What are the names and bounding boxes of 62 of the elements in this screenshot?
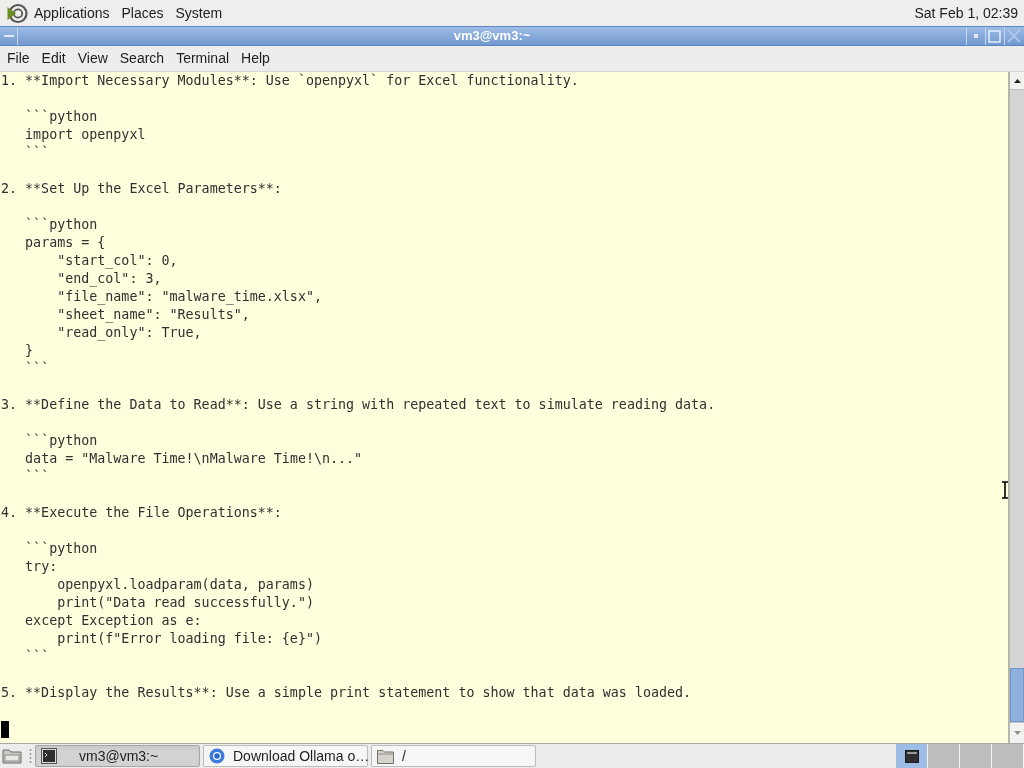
scroll-down-button[interactable] bbox=[1010, 722, 1024, 743]
terminal-line: "end_col": 3, bbox=[57, 270, 162, 288]
menu-item[interactable]: Search bbox=[113, 48, 171, 69]
task-button[interactable]: / bbox=[371, 745, 536, 767]
up-arrow-icon bbox=[1013, 78, 1021, 83]
terminal-line: params = { bbox=[25, 234, 106, 252]
terminal-line: ```python bbox=[25, 432, 98, 450]
clock[interactable]: Sat Feb 1, 02:39 bbox=[914, 2, 1018, 24]
panel-menu[interactable]: Places bbox=[115, 2, 170, 24]
logo-icon[interactable] bbox=[7, 2, 28, 24]
terminal-line: ``` bbox=[25, 648, 50, 666]
panel-menu[interactable]: System bbox=[169, 2, 229, 24]
scrollbar[interactable] bbox=[1008, 72, 1024, 743]
menu-item[interactable]: File bbox=[1, 48, 36, 69]
scroll-up-button[interactable] bbox=[1010, 72, 1024, 90]
maximize-button[interactable] bbox=[985, 27, 1003, 45]
menu-item[interactable]: View bbox=[71, 48, 114, 69]
dash-icon bbox=[3, 34, 14, 38]
window-title: vm3@vm3:~ bbox=[453, 27, 531, 46]
terminal-line: ```python bbox=[25, 216, 98, 234]
terminal-line: try: bbox=[25, 558, 58, 576]
terminal-line: ```python bbox=[25, 108, 98, 126]
text-cursor-icon bbox=[1001, 481, 1009, 499]
terminal-line: 2. **Set Up the Excel Parameters**: bbox=[1, 180, 282, 198]
menu-item[interactable]: Terminal bbox=[170, 48, 236, 69]
terminal-line: openpyxl.loadparam(data, params) bbox=[57, 576, 314, 594]
minimize-icon bbox=[973, 34, 978, 38]
terminal-line: except Exception as e: bbox=[25, 612, 202, 630]
folder-icon bbox=[377, 748, 394, 764]
terminal-icon bbox=[41, 748, 57, 764]
terminal-line: ``` bbox=[25, 360, 50, 378]
panel-menu[interactable]: Applications bbox=[28, 2, 116, 24]
terminal-line: 5. **Display the Results**: Use a simple print statement to show that data was loaded. bbox=[1, 684, 692, 702]
maximize-icon bbox=[988, 29, 1001, 43]
menu-item[interactable]: Help bbox=[235, 48, 276, 69]
task-button[interactable]: Download Ollama o… bbox=[203, 745, 368, 767]
terminal-line: 4. **Execute the File Operations**: bbox=[1, 504, 282, 522]
terminal-line: print("Data read successfully.") bbox=[57, 594, 314, 612]
terminal-line: ``` bbox=[25, 468, 50, 486]
drag-handle-icon[interactable] bbox=[29, 748, 32, 764]
globe-ring-icon bbox=[209, 748, 225, 764]
close-button[interactable] bbox=[1004, 27, 1022, 45]
terminal-line: } bbox=[25, 342, 34, 360]
terminal-line: "read_only": True, bbox=[57, 324, 202, 342]
close-icon bbox=[1006, 29, 1021, 43]
scrollbar-thumb[interactable] bbox=[1010, 668, 1024, 722]
terminal-line: ```python bbox=[25, 540, 98, 558]
terminal-line: "sheet_name": "Results", bbox=[57, 306, 250, 324]
terminal-line: 3. **Define the Data to Read**: Use a string with repeated text to simulate reading data. bbox=[1, 396, 716, 414]
terminal-line: "file_name": "malware_time.xlsx", bbox=[57, 288, 322, 306]
text-cursor bbox=[1, 720, 9, 738]
window-thumbnail-icon bbox=[904, 749, 919, 763]
terminal-line: 1. **Import Necessary Modules**: Use `openpyxl` for Excel functionality. bbox=[1, 72, 579, 90]
menu-item[interactable]: Edit bbox=[35, 48, 72, 69]
terminal-line: "start_col": 0, bbox=[57, 252, 178, 270]
workspace-button[interactable] bbox=[896, 744, 928, 768]
terminal-line: ``` bbox=[25, 144, 50, 162]
terminal-line: data = "Malware Time!\nMalware Time!\n..." bbox=[25, 450, 363, 468]
terminal-line: import openpyxl bbox=[25, 126, 146, 144]
terminal-line: print(f"Error loading file: {e}") bbox=[57, 630, 322, 648]
task-button[interactable]: vm3@vm3:~ bbox=[35, 745, 200, 767]
down-arrow-icon bbox=[1013, 731, 1021, 735]
